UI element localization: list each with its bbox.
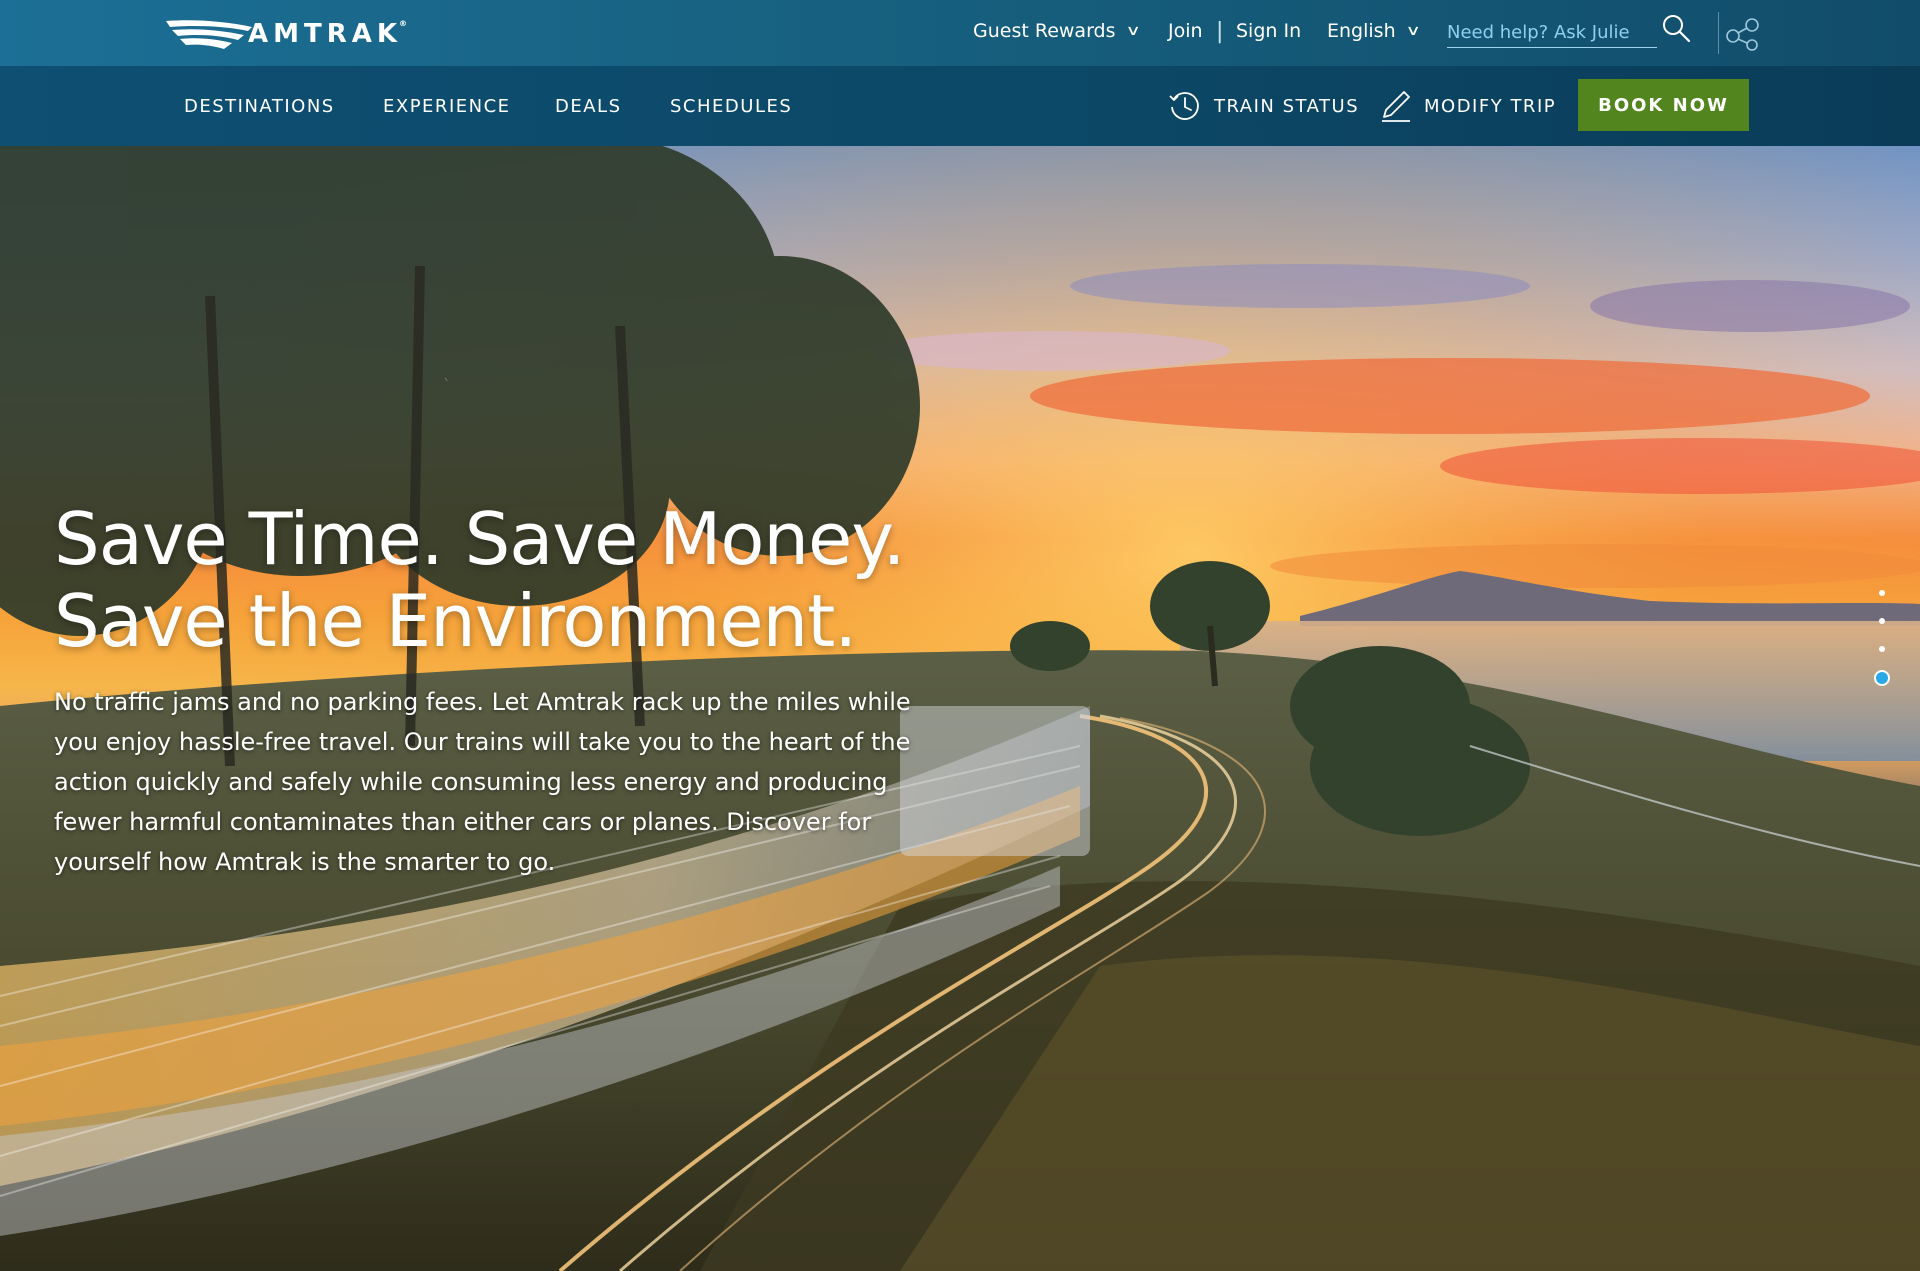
hero-banner: Save Time. Save Money. Save the Environm… — [0, 146, 1920, 1271]
amtrak-swoosh-icon — [166, 20, 252, 49]
amtrak-wordmark: AMTRAK® — [248, 19, 413, 49]
chevron-down-icon: ∨ — [1405, 23, 1421, 39]
main-navigation: DESTINATIONS EXPERIENCE DEALS SCHEDULES … — [0, 66, 1920, 146]
slide-dot-4[interactable] — [1874, 670, 1890, 686]
top-utility-bar: AMTRAK® Guest Rewards ∨ Join | Sign In E… — [0, 0, 1920, 66]
utility-separator: | — [1216, 18, 1224, 44]
share-icon[interactable] — [1724, 16, 1762, 52]
nav-destinations[interactable]: DESTINATIONS — [184, 66, 335, 146]
sign-in-link[interactable]: Sign In — [1236, 0, 1301, 62]
hero-headline-line-1: Save Time. Save Money. — [54, 497, 906, 581]
hero-headline-line-2: Save the Environment. — [54, 579, 857, 663]
clock-icon — [1169, 92, 1199, 120]
modify-trip-label: MODIFY TRIP — [1424, 95, 1557, 117]
language-select[interactable]: English ∨ — [1327, 0, 1421, 62]
search-icon[interactable] — [1660, 12, 1692, 44]
modify-trip-link[interactable]: MODIFY TRIP — [1380, 66, 1556, 146]
slide-dot-2[interactable] — [1879, 618, 1885, 624]
hero-body-text: No traffic jams and no parking fees. Let… — [54, 688, 911, 876]
utility-divider — [1718, 12, 1719, 54]
join-link[interactable]: Join — [1168, 0, 1203, 62]
guest-rewards-label: Guest Rewards — [973, 20, 1116, 42]
ask-julie-input[interactable] — [1447, 12, 1657, 48]
book-now-button[interactable]: BOOK NOW — [1578, 79, 1749, 131]
guest-rewards-menu[interactable]: Guest Rewards ∨ — [973, 0, 1141, 62]
slide-indicator — [1872, 590, 1892, 708]
nav-experience[interactable]: EXPERIENCE — [383, 66, 511, 146]
pencil-icon — [1382, 91, 1410, 122]
chevron-down-icon: ∨ — [1124, 23, 1141, 39]
train-status-label: TRAIN STATUS — [1214, 95, 1360, 117]
train-status-link[interactable]: TRAIN STATUS — [1168, 66, 1359, 146]
slide-dot-1[interactable] — [1879, 590, 1885, 596]
nav-deals[interactable]: DEALS — [555, 66, 622, 146]
nav-schedules[interactable]: SCHEDULES — [670, 66, 792, 146]
language-label: English — [1327, 20, 1396, 42]
hero-headline: Save Time. Save Money. Save the Environm… — [54, 498, 1054, 662]
slide-dot-3[interactable] — [1879, 646, 1885, 652]
amtrak-logo[interactable]: AMTRAK® — [164, 14, 412, 54]
